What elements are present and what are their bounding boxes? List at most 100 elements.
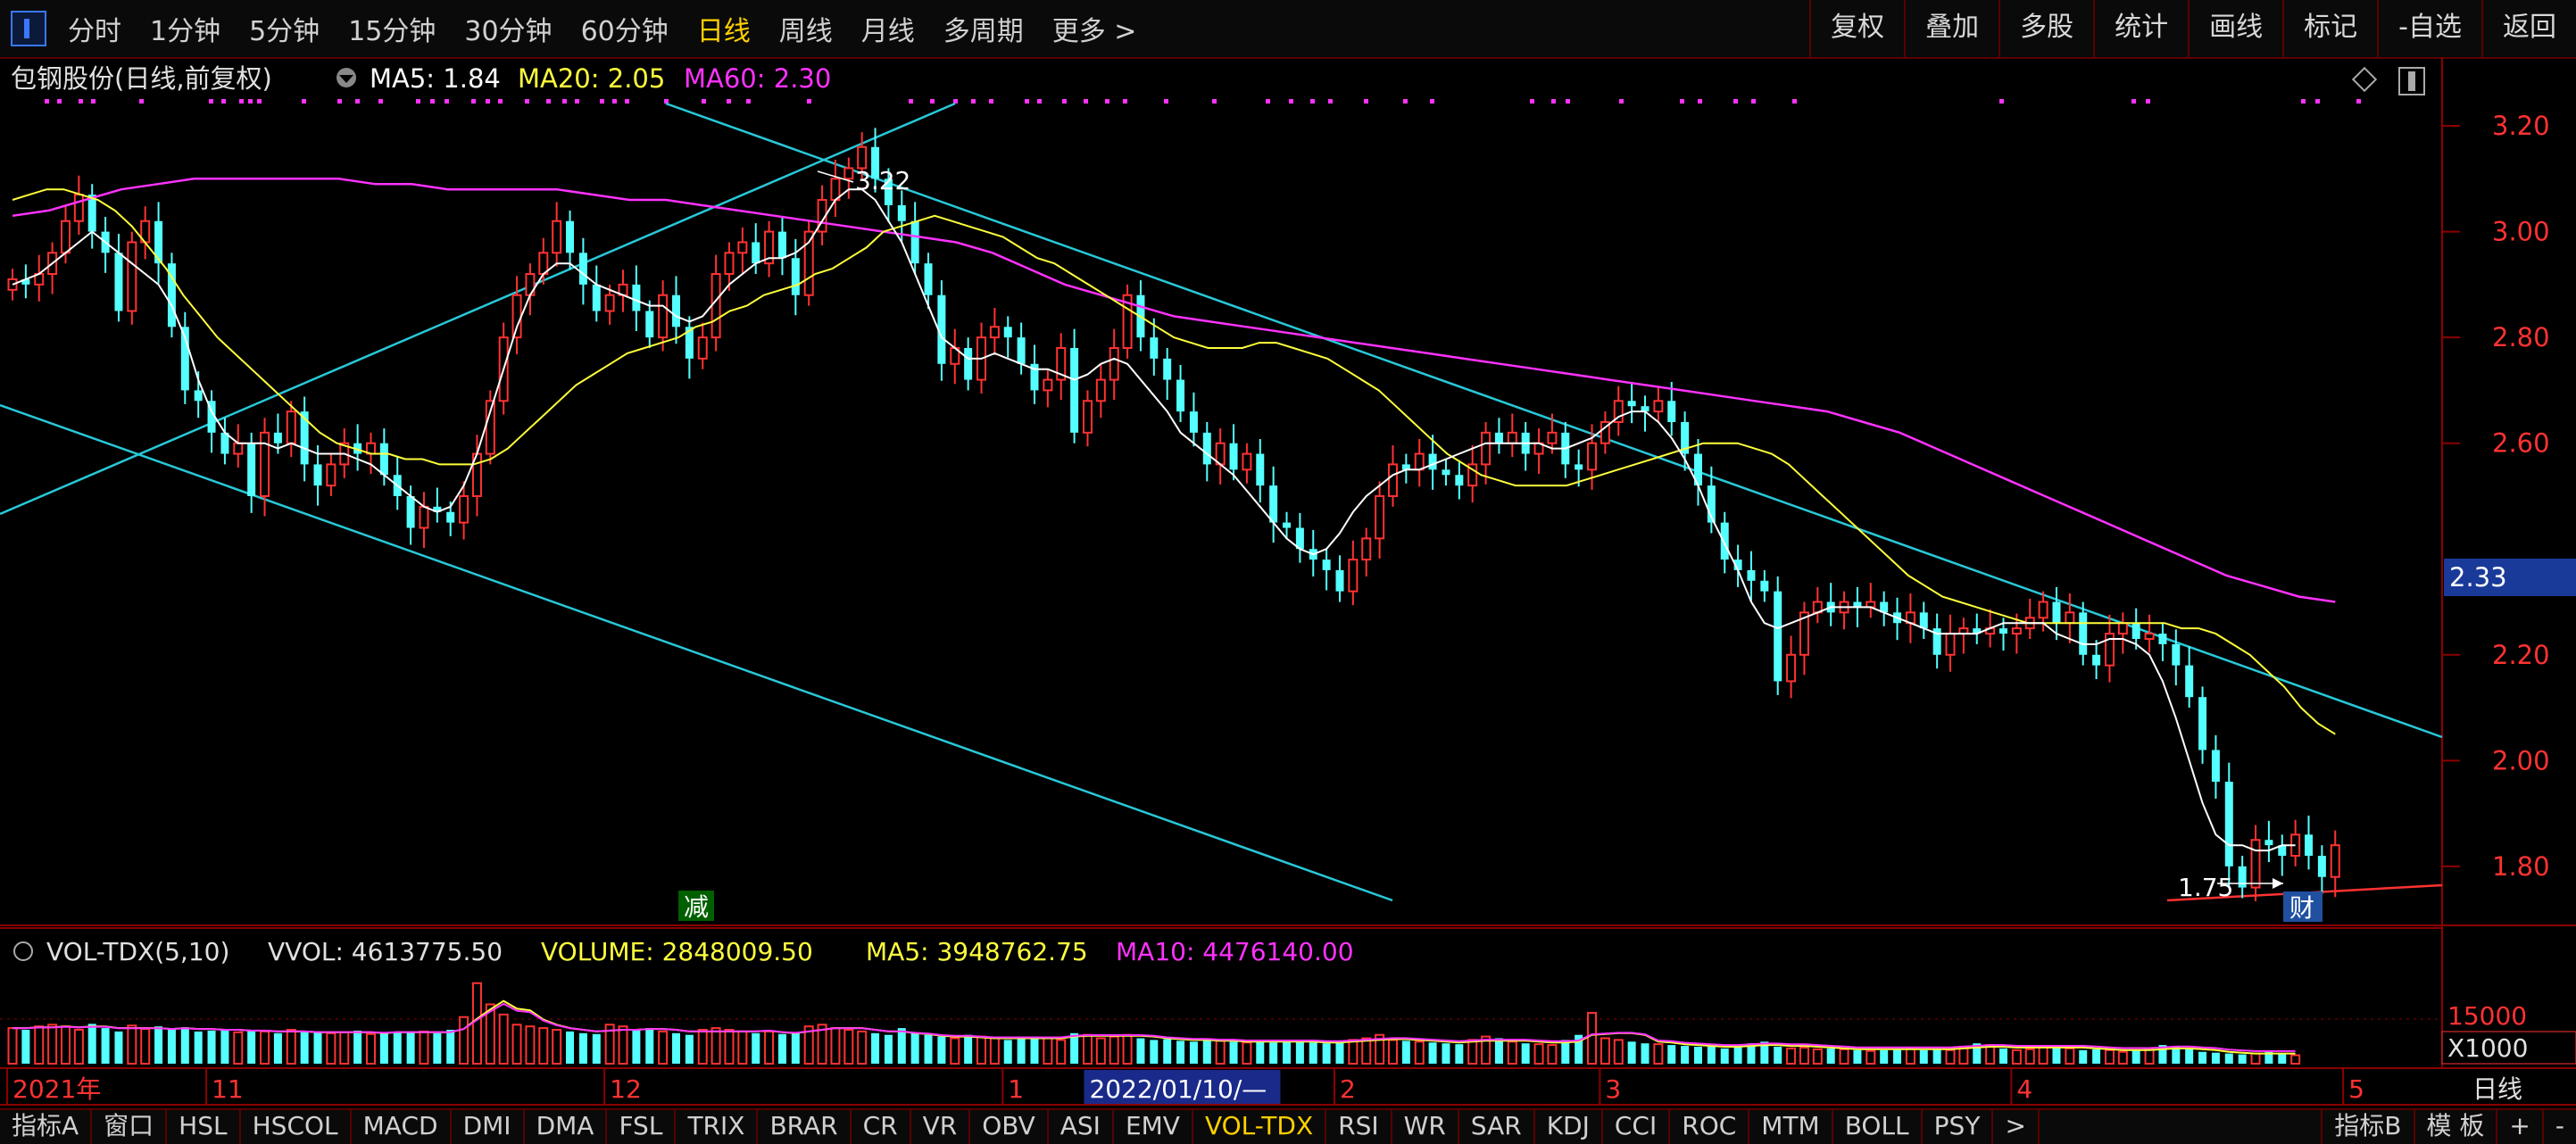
candle-body bbox=[2238, 866, 2247, 888]
candle-body bbox=[1507, 431, 1517, 444]
volume-bar bbox=[1176, 1040, 1185, 1064]
candle-body bbox=[1387, 463, 1398, 497]
candle-body bbox=[697, 336, 708, 360]
volume-bar bbox=[1587, 1012, 1598, 1065]
tab-minus[interactable]: - bbox=[2541, 1110, 2576, 1144]
volume-bar bbox=[2104, 1049, 2115, 1065]
volume-bar bbox=[1853, 1049, 1862, 1064]
period-tab-1[interactable]: 1分钟 bbox=[150, 9, 220, 48]
tab-dmi[interactable]: DMI bbox=[452, 1110, 525, 1144]
volume-bar bbox=[154, 1026, 163, 1064]
period-tab-4[interactable]: 30分钟 bbox=[464, 9, 552, 48]
tool-button-4[interactable]: 画线 bbox=[2188, 0, 2282, 57]
tab-mtm[interactable]: MTM bbox=[1749, 1110, 1833, 1144]
date-label: 1 bbox=[1008, 1074, 1024, 1104]
candle-body bbox=[1202, 432, 1211, 465]
period-tab-3[interactable]: 15分钟 bbox=[348, 9, 436, 48]
volume-bar bbox=[1295, 1041, 1304, 1064]
tab-hscol[interactable]: HSCOL bbox=[241, 1110, 352, 1144]
volume-bar bbox=[1095, 1037, 1106, 1065]
fin-marker[interactable]: 财 bbox=[2289, 893, 2314, 923]
period-tab-7[interactable]: 周线 bbox=[779, 9, 833, 48]
candle-body bbox=[1003, 327, 1012, 338]
volume-chart[interactable]: VOL-TDX(5,10) VVOL: 4613775.50 VOLUME: 2… bbox=[0, 930, 2576, 1108]
period-tab-2[interactable]: 5分钟 bbox=[249, 9, 320, 48]
period-tab-5[interactable]: 60分钟 bbox=[581, 9, 669, 48]
volume-bar bbox=[459, 1016, 469, 1065]
tab-trix[interactable]: TRIX bbox=[676, 1110, 759, 1144]
period-tab-10[interactable]: 更多 > bbox=[1052, 9, 1137, 48]
period-tab-0[interactable]: 分时 bbox=[68, 9, 121, 48]
tab-vr[interactable]: VR bbox=[911, 1110, 971, 1144]
volume-bar bbox=[1561, 1040, 1570, 1064]
volume-bar bbox=[2065, 1047, 2075, 1065]
volume-bar bbox=[2038, 1046, 2048, 1065]
signal-dot bbox=[2301, 99, 2306, 104]
tab-obv[interactable]: OBV bbox=[970, 1110, 1049, 1144]
tab-fsl[interactable]: FSL bbox=[607, 1110, 677, 1144]
candle-body bbox=[1283, 522, 1292, 528]
tool-button-2[interactable]: 多股 bbox=[1998, 0, 2093, 57]
tab-index-a[interactable]: 指标A bbox=[0, 1110, 93, 1144]
tab-sar[interactable]: SAR bbox=[1459, 1110, 1535, 1144]
tool-button-3[interactable]: 统计 bbox=[2093, 0, 2188, 57]
tab-index-b[interactable]: 指标B bbox=[2321, 1110, 2413, 1144]
tool-button-6[interactable]: -自选 bbox=[2377, 0, 2481, 57]
signal-dot bbox=[727, 99, 731, 104]
period-tab-6[interactable]: 日线 bbox=[697, 9, 751, 48]
signal-dot bbox=[1566, 99, 1570, 104]
candle-body bbox=[1109, 347, 1119, 381]
volume-bar bbox=[884, 1034, 893, 1064]
candle-body bbox=[233, 442, 244, 455]
signal-dot bbox=[1025, 99, 1029, 104]
volume-bars bbox=[7, 982, 2301, 1065]
tool-button-7[interactable]: 返回 bbox=[2481, 0, 2576, 57]
volume-bar bbox=[1202, 1040, 1211, 1064]
tab-window[interactable]: 窗口 bbox=[92, 1110, 168, 1144]
tool-button-0[interactable]: 复权 bbox=[1809, 0, 1904, 57]
tab-plus[interactable]: + bbox=[2496, 1110, 2541, 1144]
diamond-icon[interactable] bbox=[2351, 66, 2378, 93]
tab-more-arrow[interactable]: > bbox=[1993, 1110, 2040, 1144]
tab-roc[interactable]: ROC bbox=[1670, 1110, 1750, 1144]
kline-chart[interactable]: 包钢股份(日线,前复权) MA5: 1.84 MA20: 2.05 MA60: … bbox=[0, 57, 2576, 930]
tool-button-5[interactable]: 标记 bbox=[2282, 0, 2377, 57]
volume-bar bbox=[592, 1033, 601, 1064]
volume-bar bbox=[1653, 1043, 1664, 1065]
tab-cr[interactable]: CR bbox=[852, 1110, 911, 1144]
cut-marker[interactable]: 减 bbox=[684, 892, 709, 922]
signal-dot bbox=[625, 99, 629, 104]
candle-body bbox=[127, 241, 137, 312]
tab-dma[interactable]: DMA bbox=[525, 1110, 608, 1144]
candle-body bbox=[2079, 612, 2088, 655]
date-label: 2021年 bbox=[12, 1074, 101, 1104]
volume-bar bbox=[1414, 1040, 1425, 1065]
candle-body bbox=[1999, 628, 2007, 634]
period-tab-9[interactable]: 多周期 bbox=[943, 9, 1024, 48]
candle-body bbox=[1163, 358, 1172, 380]
tab-macd[interactable]: MACD bbox=[352, 1110, 452, 1144]
vol-settings-icon[interactable] bbox=[13, 941, 33, 961]
candle-body bbox=[313, 464, 322, 486]
tab-emv[interactable]: EMV bbox=[1114, 1110, 1193, 1144]
tab-asi[interactable]: ASI bbox=[1049, 1110, 1114, 1144]
candle-body bbox=[2305, 834, 2314, 857]
tab-kdj[interactable]: KDJ bbox=[1535, 1110, 1603, 1144]
tab-rsi[interactable]: RSI bbox=[1326, 1110, 1392, 1144]
tab-boll[interactable]: BOLL bbox=[1833, 1110, 1923, 1144]
period-tab-8[interactable]: 月线 bbox=[861, 9, 915, 48]
volume-bar bbox=[937, 1036, 946, 1064]
tab-psy[interactable]: PSY bbox=[1923, 1110, 1994, 1144]
volume-bar bbox=[1348, 1039, 1359, 1065]
tab-cci[interactable]: CCI bbox=[1603, 1110, 1671, 1144]
tab-hsl[interactable]: HSL bbox=[167, 1110, 241, 1144]
tab-vol-tdx[interactable]: VOL-TDX bbox=[1193, 1110, 1327, 1144]
signal-dot bbox=[1430, 99, 1434, 104]
tool-button-1[interactable]: 叠加 bbox=[1904, 0, 1998, 57]
candle-body bbox=[1095, 378, 1106, 402]
panel-toggle-icon[interactable] bbox=[11, 11, 46, 46]
tab-template[interactable]: 模 板 bbox=[2413, 1110, 2497, 1144]
tab-brar[interactable]: BRAR bbox=[758, 1110, 852, 1144]
candle-body bbox=[777, 231, 786, 259]
tab-wr[interactable]: WR bbox=[1392, 1110, 1459, 1144]
